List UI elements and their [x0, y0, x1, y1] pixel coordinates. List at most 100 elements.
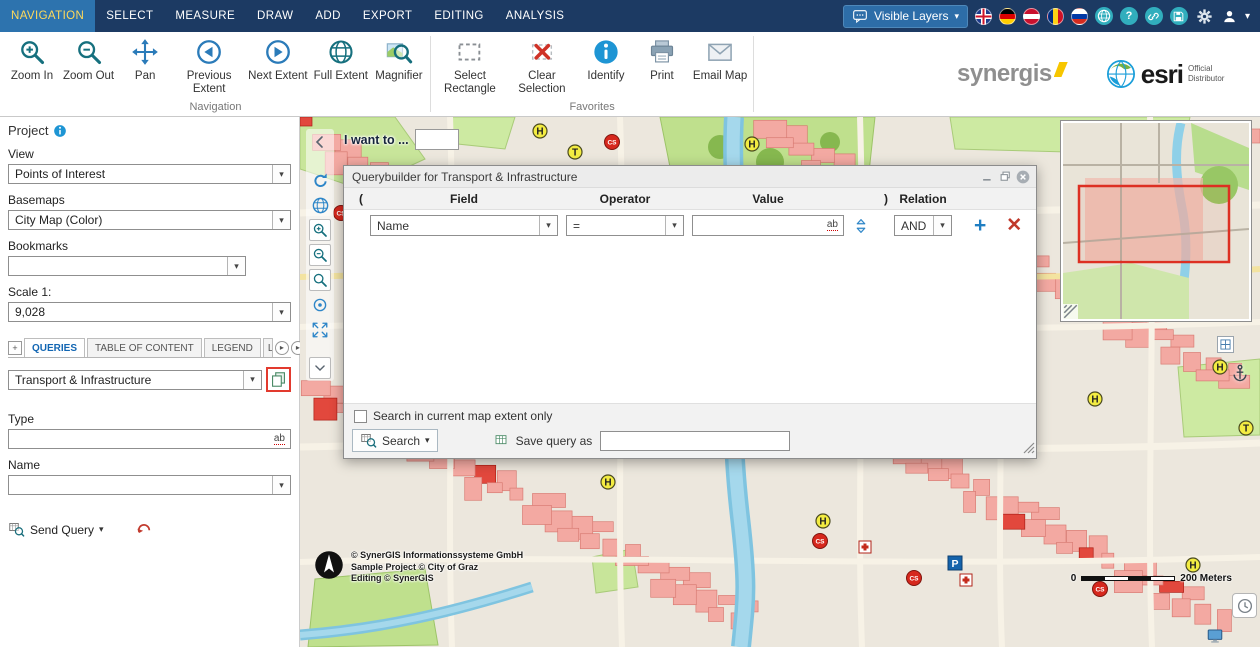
column-value: Value [692, 192, 844, 206]
overview-collapse-button[interactable] [1063, 304, 1078, 319]
scale-select[interactable]: 9,028 [8, 302, 291, 322]
language-flag-russian[interactable] [1071, 8, 1088, 25]
previous-extent-button[interactable]: Previous Extent [173, 34, 245, 99]
more-tools-button[interactable] [309, 357, 331, 379]
field-select[interactable]: Name [370, 215, 558, 236]
user-menu-chevron-icon[interactable]: ▾ [1245, 11, 1250, 22]
map-tool-strip [306, 129, 334, 381]
save-query-input[interactable] [600, 431, 790, 451]
menu-tab-add[interactable]: ADD [304, 0, 351, 32]
query-condition-row: Name = ab AND + ✕ [352, 215, 1028, 236]
save-icon[interactable] [1170, 7, 1188, 25]
synergis-bolt-icon [1054, 62, 1068, 77]
session-monitor-icon[interactable] [1206, 627, 1224, 645]
next-extent-button[interactable]: Next Extent [245, 34, 310, 99]
link-icon[interactable] [1145, 7, 1163, 25]
view-select[interactable]: Points of Interest [8, 164, 291, 184]
restore-button[interactable] [996, 169, 1014, 185]
visible-layers-label: Visible Layers [874, 9, 948, 23]
copy-query-button[interactable] [266, 367, 291, 392]
scale-bar: 0 200 Meters [1071, 573, 1232, 584]
tab-table-of-content[interactable]: TABLE OF CONTENT [87, 338, 202, 357]
previous-extent-icon [195, 34, 223, 70]
menu-tab-analysis[interactable]: ANALYSIS [495, 0, 576, 32]
full-extent-button[interactable]: Full Extent [311, 34, 371, 99]
center-map-button[interactable] [309, 294, 331, 316]
i-want-to-input[interactable] [415, 129, 459, 150]
menu-tab-draw[interactable]: DRAW [246, 0, 304, 32]
language-flag-romanian[interactable] [1047, 8, 1064, 25]
send-query-button[interactable]: Send Query ▾ [8, 521, 104, 538]
add-condition-button[interactable]: + [974, 215, 986, 236]
tab-truncated[interactable]: L [263, 338, 273, 357]
collapse-panel-button[interactable] [309, 131, 331, 153]
info-icon[interactable] [53, 124, 67, 138]
relation-select[interactable]: AND [894, 215, 952, 236]
querybuilder-titlebar[interactable]: Querybuilder for Transport & Infrastruct… [344, 166, 1036, 188]
zoom-in-button[interactable]: Zoom In [4, 34, 60, 99]
zoom-window-tool-button[interactable] [309, 269, 331, 291]
remove-condition-button[interactable]: ✕ [1006, 216, 1022, 235]
globe-icon[interactable] [1095, 7, 1113, 25]
expand-extent-button[interactable] [309, 319, 331, 341]
close-button[interactable] [1014, 169, 1032, 185]
north-arrow-icon [314, 550, 344, 580]
type-input[interactable] [9, 430, 274, 448]
language-flag-austrian[interactable] [1023, 8, 1040, 25]
i-want-to-label: I want to ... [344, 133, 409, 147]
tab-scroll-right-button[interactable]: ▸ [275, 341, 289, 355]
envelope-icon [706, 34, 734, 70]
minimize-button[interactable] [978, 169, 996, 185]
name-select[interactable] [8, 475, 291, 495]
tab-legend[interactable]: LEGEND [204, 338, 261, 357]
svg-text:H: H [1216, 363, 1223, 374]
menu-tab-navigation[interactable]: NAVIGATION [0, 0, 95, 32]
reset-query-button[interactable] [135, 519, 153, 540]
tab-queries[interactable]: QUERIES [24, 338, 85, 357]
column-open-paren: ( [352, 192, 370, 206]
basemaps-select[interactable]: City Map (Color) [8, 210, 291, 230]
magnifier-button[interactable]: Magnifier [371, 34, 427, 99]
language-flag-english[interactable] [975, 8, 992, 25]
overview-pin-button[interactable] [1217, 336, 1234, 353]
previous-extent-label: Previous Extent [176, 70, 242, 96]
value-input[interactable] [693, 216, 827, 235]
field-select-value: Name [377, 219, 409, 233]
refresh-map-button[interactable] [309, 169, 331, 191]
print-button[interactable]: Print [634, 34, 690, 99]
help-icon[interactable]: ? [1120, 7, 1138, 25]
visible-layers-button[interactable]: Visible Layers ▾ [843, 5, 968, 28]
clear-selection-button[interactable]: Clear Selection [506, 34, 578, 99]
text-search-icon: ab [274, 434, 285, 445]
zoom-in-tool-button[interactable] [309, 219, 331, 241]
full-extent-tool-button[interactable] [309, 194, 331, 216]
time-slider-button[interactable] [1232, 593, 1257, 618]
user-icon[interactable] [1221, 8, 1238, 25]
pan-button[interactable]: Pan [117, 34, 173, 99]
clear-selection-icon [528, 34, 556, 70]
tab-add-button[interactable]: + [8, 341, 22, 355]
extent-checkbox[interactable] [354, 410, 367, 423]
overview-map[interactable] [1060, 120, 1252, 322]
svg-text:T: T [1243, 424, 1249, 435]
close-icon [1015, 169, 1031, 185]
map-anchor-icon[interactable] [1230, 362, 1250, 384]
svg-text:H: H [819, 517, 826, 528]
identify-button[interactable]: Identify [578, 34, 634, 99]
resize-grip[interactable] [1023, 442, 1035, 457]
language-flag-german[interactable] [999, 8, 1016, 25]
query-layer-select[interactable]: Transport & Infrastructure [8, 370, 262, 390]
email-map-button[interactable]: Email Map [690, 34, 750, 99]
bookmarks-select[interactable] [8, 256, 246, 276]
gear-icon[interactable] [1195, 7, 1214, 26]
search-button[interactable]: Search ▾ [352, 429, 438, 452]
menu-tab-measure[interactable]: MEASURE [164, 0, 246, 32]
menu-tab-export[interactable]: EXPORT [352, 0, 423, 32]
zoom-out-button[interactable]: Zoom Out [60, 34, 117, 99]
menu-tab-select[interactable]: SELECT [95, 0, 164, 32]
swap-values-button[interactable] [844, 217, 878, 235]
select-rectangle-button[interactable]: Select Rectangle [434, 34, 506, 99]
menu-tab-editing[interactable]: EDITING [423, 0, 494, 32]
operator-select[interactable]: = [566, 215, 684, 236]
zoom-out-tool-button[interactable] [309, 244, 331, 266]
